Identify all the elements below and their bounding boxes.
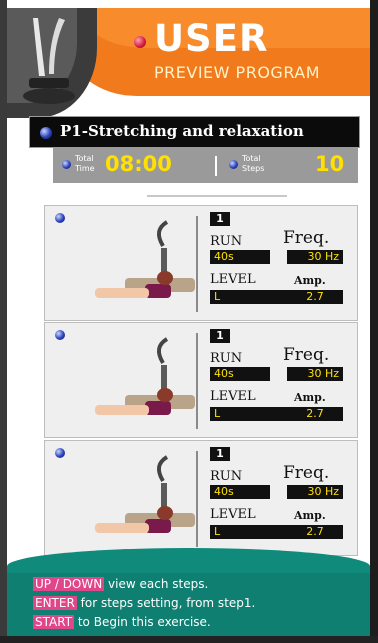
run-label: RUN <box>210 234 243 249</box>
program-bullet-icon <box>40 127 52 139</box>
step-number: 1 <box>210 212 230 226</box>
program-title-bar: P1-Stretching and relaxation <box>29 116 360 148</box>
vibration-machine-icon <box>23 18 75 104</box>
freq-value[interactable]: 30 Hz <box>287 250 343 264</box>
run-label: RUN <box>210 469 243 484</box>
level-label: LEVEL <box>210 389 256 404</box>
amp-label: Amp. <box>294 391 326 404</box>
right-border <box>370 0 378 643</box>
total-time-bullet-icon <box>62 160 71 169</box>
freq-value[interactable]: 30 Hz <box>287 367 343 381</box>
total-steps-bullet-icon <box>229 160 238 169</box>
run-value[interactable]: 40s <box>210 250 270 264</box>
instruction-text-enter: for steps setting, from step1. <box>76 596 256 610</box>
title-bullet-icon <box>134 36 146 48</box>
run-label: RUN <box>210 351 243 366</box>
key-enter[interactable]: ENTER <box>33 596 77 610</box>
section-divider <box>147 195 287 197</box>
level-label: LEVEL <box>210 507 256 522</box>
bottom-border <box>0 636 378 643</box>
main-panel: USER PREVIEW PROGRAM P1-Stretching and r… <box>7 8 370 636</box>
step-number: 1 <box>210 447 230 461</box>
amp-value[interactable]: 2.7 <box>295 525 335 539</box>
card-separator <box>196 451 198 547</box>
instructions-footer: UP / DOWN view each steps. ENTER for ste… <box>7 573 370 636</box>
freq-label: Freq. <box>283 228 330 248</box>
total-steps-label-line2: Steps <box>242 164 265 173</box>
total-steps-label: Total Steps <box>242 154 264 174</box>
header: USER PREVIEW PROGRAM <box>7 8 370 118</box>
stretch-pose-figure-icon <box>95 337 195 415</box>
amp-label: Amp. <box>294 509 326 522</box>
step-number: 1 <box>210 329 230 343</box>
total-steps-value: 10 <box>315 152 345 176</box>
card-separator <box>196 333 198 429</box>
program-totals-bar: Total Time 08:00 Total Steps 10 <box>53 148 358 183</box>
amp-value[interactable]: 2.7 <box>295 407 335 421</box>
freq-label: Freq. <box>283 463 330 483</box>
run-value[interactable]: 40s <box>210 367 270 381</box>
instruction-text-start: to Begin this exercise. <box>74 615 211 629</box>
key-up-down[interactable]: UP / DOWN <box>33 577 105 591</box>
page-title: USER <box>154 17 269 60</box>
total-time-label-line2: Time <box>75 164 95 173</box>
total-time-label: Total Time <box>75 154 95 174</box>
page-subtitle: PREVIEW PROGRAM <box>154 63 321 82</box>
freq-value[interactable]: 30 Hz <box>287 485 343 499</box>
level-label: LEVEL <box>210 272 256 287</box>
key-start[interactable]: START <box>33 615 75 629</box>
step-card[interactable]: 1 RUN Freq. 40s 30 Hz LEVEL Amp. L 2.7 <box>44 322 358 438</box>
device-screen: USER PREVIEW PROGRAM P1-Stretching and r… <box>0 0 378 643</box>
step-bullet-icon <box>55 213 65 223</box>
total-time-label-line1: Total <box>75 154 94 163</box>
instruction-text-updown: view each steps. <box>104 577 209 591</box>
step-card[interactable]: 1 RUN Freq. 40s 30 Hz LEVEL Amp. L 2.7 <box>44 440 358 556</box>
step-bullet-icon <box>55 448 65 458</box>
total-steps-label-line1: Total <box>242 154 261 163</box>
instruction-line-updown: UP / DOWN view each steps. <box>33 577 208 591</box>
stretch-pose-figure-icon <box>95 220 195 298</box>
instruction-line-enter: ENTER for steps setting, from step1. <box>33 596 255 610</box>
amp-label: Amp. <box>294 274 326 287</box>
run-value[interactable]: 40s <box>210 485 270 499</box>
card-separator <box>196 216 198 312</box>
amp-value[interactable]: 2.7 <box>295 290 335 304</box>
stretch-pose-figure-icon <box>95 455 195 533</box>
program-title: P1-Stretching and relaxation <box>60 122 304 140</box>
step-card[interactable]: 1 RUN Freq. 40s 30 Hz LEVEL Amp. L 2.7 <box>44 205 358 321</box>
freq-label: Freq. <box>283 345 330 365</box>
total-time-value: 08:00 <box>105 152 172 176</box>
instruction-line-start: START to Begin this exercise. <box>33 615 211 629</box>
totals-separator <box>215 156 217 176</box>
step-bullet-icon <box>55 330 65 340</box>
left-border <box>0 0 7 643</box>
